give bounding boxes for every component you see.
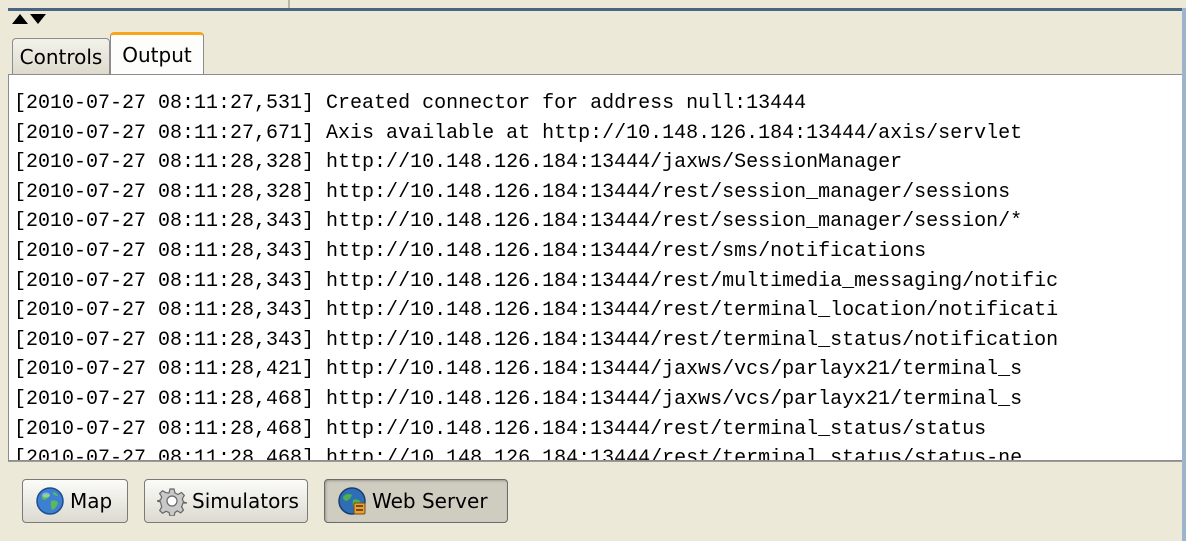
tab-controls[interactable]: Controls xyxy=(12,38,110,74)
map-button-label: Map xyxy=(70,489,113,513)
log-line: [2010-07-27 08:11:28,328] http://10.148.… xyxy=(14,151,903,175)
split-divider[interactable] xyxy=(288,0,290,8)
tab-label: Output xyxy=(122,43,192,67)
output-console[interactable]: [2010-07-27 08:11:27,531] Created connec… xyxy=(8,74,1186,461)
tab-label: Controls xyxy=(19,44,103,69)
log-line: [2010-07-27 08:11:27,531] Created connec… xyxy=(14,92,807,115)
log-line: [2010-07-27 08:11:28,343] http://10.148.… xyxy=(14,239,927,263)
tab-output[interactable]: Output xyxy=(110,32,204,75)
log-line: [2010-07-27 08:11:27,671] Axis available… xyxy=(14,121,1023,145)
log-line: [2010-07-27 08:11:28,343] http://10.148.… xyxy=(14,299,1059,323)
web-server-globe-icon xyxy=(338,487,366,515)
expand-up-icon[interactable] xyxy=(12,14,28,24)
view-switcher-bar: Map Simulators Web Server xyxy=(8,461,1186,541)
log-line: [2010-07-27 08:11:28,468] http://10.148.… xyxy=(14,447,1023,461)
log-line: [2010-07-27 08:11:28,343] http://10.148.… xyxy=(14,269,1059,293)
window-edge xyxy=(1182,8,1186,541)
log-line: [2010-07-27 08:11:28,343] http://10.148.… xyxy=(14,210,1023,234)
log-line: [2010-07-27 08:11:28,468] http://10.148.… xyxy=(14,417,987,441)
gear-icon xyxy=(157,488,187,516)
simulators-button[interactable]: Simulators xyxy=(144,479,308,523)
log-line: [2010-07-27 08:11:28,328] http://10.148.… xyxy=(14,180,1011,204)
simulators-button-label: Simulators xyxy=(192,489,299,513)
web-server-button-label: Web Server xyxy=(372,489,488,513)
collapse-down-icon[interactable] xyxy=(30,14,46,24)
globe-icon xyxy=(36,487,64,515)
log-line: [2010-07-27 08:11:28,343] http://10.148.… xyxy=(14,328,1059,352)
web-server-button[interactable]: Web Server xyxy=(324,479,508,523)
map-button[interactable]: Map xyxy=(22,479,128,523)
log-line: [2010-07-27 08:11:28,421] http://10.148.… xyxy=(14,358,1023,382)
log-line: [2010-07-27 08:11:28,468] http://10.148.… xyxy=(14,387,1023,411)
collapse-bar xyxy=(8,8,1186,30)
top-strip xyxy=(0,0,1186,8)
log-lines: [2010-07-27 08:11:27,531] Created connec… xyxy=(14,89,1059,461)
